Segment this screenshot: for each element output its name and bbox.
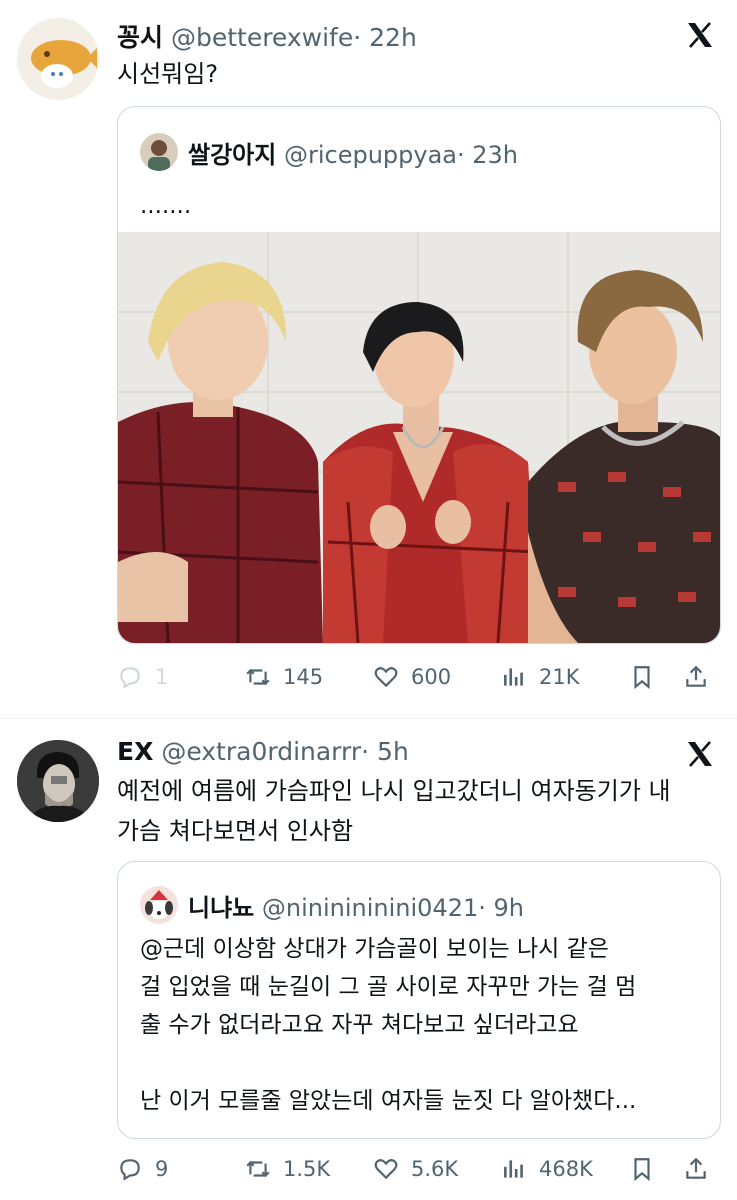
avatar[interactable] (17, 740, 99, 822)
quoted-timestamp[interactable]: · 23h (457, 141, 518, 169)
tweet-header: EX @extra0rdinarrr· 5h (117, 737, 409, 766)
quoted-display-name[interactable]: 쌀강아지 (188, 141, 276, 169)
user-handle[interactable]: @extra0rdinarrr (161, 737, 361, 766)
bookmark-button[interactable] (629, 657, 667, 697)
retweet-count: 145 (283, 665, 324, 689)
person-avatar-icon (148, 140, 170, 171)
quoted-avatar[interactable] (140, 886, 178, 924)
timestamp[interactable]: · 5h (361, 737, 409, 766)
share-button[interactable] (683, 657, 721, 697)
like-count: 600 (411, 665, 452, 689)
bookmark-button[interactable] (629, 1149, 667, 1189)
quoted-text-line (140, 1044, 710, 1082)
display-name[interactable]: EX (117, 737, 153, 766)
reply-count: 9 (155, 1157, 169, 1181)
quoted-avatar[interactable] (140, 133, 178, 171)
quoted-display-name[interactable]: 니냐뇨 (188, 894, 254, 922)
quoted-timestamp[interactable]: · 9h (478, 894, 524, 922)
quoted-tweet[interactable]: 니냐뇨 @nininininini0421· 9h @근데 이상함 상대가 가슴… (117, 861, 721, 1139)
quoted-tweet[interactable]: 쌀강아지 @ricepuppyaa· 23h ....... (117, 106, 721, 644)
share-icon (686, 1157, 706, 1179)
views-count: 21K (539, 665, 580, 689)
retweet-icon (246, 668, 270, 686)
retweet-count: 1.5K (283, 1157, 331, 1181)
like-count: 5.6K (411, 1157, 459, 1181)
timestamp[interactable]: · 22h (353, 23, 417, 52)
action-bar: 9 1.5K 5.6K 468K (117, 1149, 719, 1189)
like-icon (374, 667, 398, 688)
portrait-avatar-icon (17, 740, 99, 822)
quoted-text-line: 걸 입었을 때 눈길이 그 골 사이로 자꾸만 가는 걸 멈 (140, 974, 637, 1000)
quoted-text: @근데 이상함 상대가 가슴골이 보이는 나시 같은 걸 입었을 때 눈길이 그… (140, 930, 710, 1120)
tweet-text: 시선뭐임? (117, 60, 219, 88)
display-name[interactable]: 꽁시 (117, 23, 163, 52)
share-icon (686, 665, 706, 687)
reply-icon (120, 1159, 140, 1181)
reply-button[interactable]: 9 (117, 1149, 168, 1189)
quoted-text: ....... (140, 193, 192, 219)
tweet-text: 예전에 여름에 가슴파인 나시 입고갔더니 여자동기가 내 가슴 쳐다보면서 인… (117, 771, 727, 851)
views-icon (504, 668, 523, 686)
quoted-handle[interactable]: @nininininini0421 (262, 894, 478, 922)
reply-icon (120, 667, 140, 689)
quoted-text-line: 출 수가 없더라고요 자꾸 쳐다보고 싶더라고요 (140, 1012, 579, 1038)
views-button[interactable]: 21K (501, 657, 580, 697)
avatar[interactable] (17, 18, 99, 100)
tweet-header: 꽁시 @betterexwife· 22h (117, 18, 417, 54)
bookmark-icon (634, 666, 650, 690)
reply-button[interactable]: 1 (117, 657, 168, 697)
dog-avatar-icon (145, 890, 173, 921)
reply-count: 1 (155, 665, 169, 689)
views-icon (504, 1160, 523, 1178)
like-button[interactable]: 600 (373, 657, 451, 697)
quoted-header: 쌀강아지 @ricepuppyaa· 23h (188, 135, 518, 170)
tweet-1[interactable]: 꽁시 @betterexwife· 22h 시선뭐임? 쌀강아지 @ricepu… (0, 0, 737, 718)
x-logo-icon (688, 22, 712, 48)
bookmark-icon (634, 1158, 650, 1182)
share-button[interactable] (683, 1149, 721, 1189)
quoted-text-line: @근데 이상함 상대가 가슴골이 보이는 나시 같은 (140, 936, 609, 962)
taiyaki-avatar-icon (31, 40, 97, 88)
like-button[interactable]: 5.6K (373, 1149, 458, 1189)
views-count: 468K (539, 1157, 593, 1181)
tweet-text-line: 가슴 쳐다보면서 인사함 (117, 817, 354, 845)
action-bar: 1 145 600 21K (117, 657, 719, 697)
like-icon (374, 1159, 398, 1180)
tweet-2[interactable]: EX @extra0rdinarrr· 5h 예전에 여름에 가슴파인 나시 입… (0, 719, 737, 1200)
retweet-button[interactable]: 1.5K (245, 1149, 330, 1189)
quoted-handle[interactable]: @ricepuppyaa (284, 141, 457, 169)
retweet-button[interactable]: 145 (245, 657, 323, 697)
quoted-photo[interactable] (118, 232, 720, 643)
quoted-header: 니냐뇨 @nininininini0421· 9h (188, 888, 524, 923)
retweet-icon (246, 1160, 270, 1178)
tweet-text-line: 예전에 여름에 가슴파인 나시 입고갔더니 여자동기가 내 (117, 777, 671, 805)
views-button[interactable]: 468K (501, 1149, 593, 1189)
quoted-text-line: 난 이거 모를줄 알았는데 여자들 눈짓 다 알아챘다... (140, 1088, 637, 1114)
x-logo-icon (688, 741, 712, 767)
user-handle[interactable]: @betterexwife (171, 23, 353, 52)
